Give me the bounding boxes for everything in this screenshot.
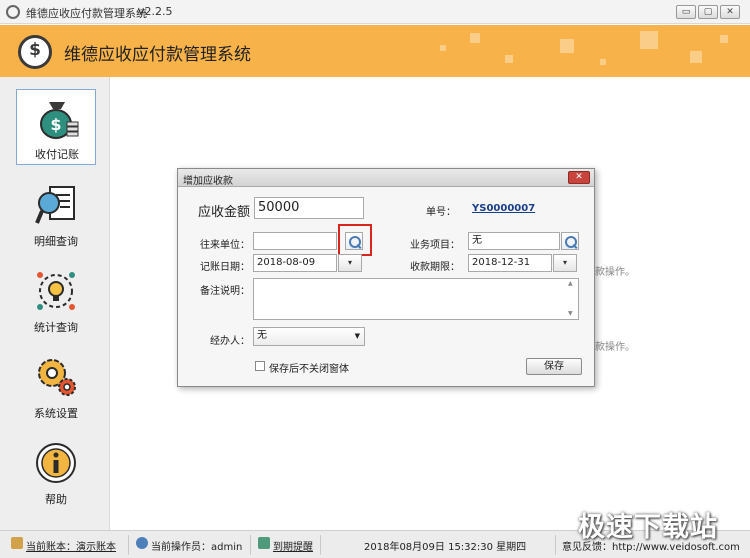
order-no-label: 单号： xyxy=(426,207,456,218)
due-reminder-link[interactable]: 到期提醒 xyxy=(273,538,313,553)
status-separator xyxy=(250,535,251,555)
header-decoration xyxy=(640,31,658,49)
project-label: 业务项目： xyxy=(410,240,460,251)
amount-label: 应收金额 xyxy=(197,205,250,220)
alarm-clock-icon xyxy=(258,537,270,549)
sidebar-item-label: 统计查询 xyxy=(34,321,78,334)
sidebar-item-payment-records[interactable]: $ 收付记账 xyxy=(16,89,96,165)
due-calendar-icon[interactable]: ▾ xyxy=(553,254,577,272)
lightbulb-cycle-icon xyxy=(34,269,78,313)
maximize-button[interactable]: ▢ xyxy=(698,5,718,19)
sidebar-item-label: 收付记账 xyxy=(35,148,79,161)
highlight-box xyxy=(338,224,372,256)
keep-open-label: 保存后不关闭窗体 xyxy=(269,364,349,375)
header-decoration xyxy=(690,51,702,63)
account-book-icon xyxy=(11,537,23,549)
sidebar-item-statistics[interactable]: 统计查询 xyxy=(16,263,96,339)
scroll-down-arrow[interactable]: ▼ xyxy=(568,310,573,317)
project-search-icon[interactable] xyxy=(561,232,579,250)
header-decoration xyxy=(720,35,728,43)
handler-select-value: 无 xyxy=(257,330,267,341)
header-decoration xyxy=(560,39,574,53)
remark-textarea[interactable] xyxy=(253,278,579,320)
sidebar-item-label: 帮助 xyxy=(45,493,67,506)
partner-input[interactable] xyxy=(253,232,337,250)
money-bag-icon: $ xyxy=(35,96,79,140)
header-decoration xyxy=(600,59,606,65)
order-no-value: YS0000007 xyxy=(472,203,536,214)
scroll-up-arrow[interactable]: ▲ xyxy=(568,280,573,287)
operator-icon xyxy=(136,537,148,549)
window-title: 维德应收应付款管理系统 xyxy=(26,7,147,20)
add-receivable-dialog: 增加应收款 ✕ 应收金额 50000 单号： YS0000007 往来单位： 业… xyxy=(177,168,595,387)
project-input[interactable]: 无 xyxy=(468,232,560,250)
info-icon xyxy=(34,441,78,485)
window-titlebar: 维德应收应付款管理系统 v2.2.5 ▭ ▢ ✕ xyxy=(0,0,750,24)
window-version: v2.2.5 xyxy=(138,5,173,18)
sidebar-item-label: 明细查询 xyxy=(34,235,78,248)
header-decoration xyxy=(470,33,480,43)
header-decoration xyxy=(505,55,513,63)
app-header: 维德应收应付款管理系统 xyxy=(0,25,750,77)
due-label: 收款期限： xyxy=(410,262,460,273)
dialog-title: 增加应收款 xyxy=(183,176,233,187)
sidebar-item-detail-query[interactable]: 明细查询 xyxy=(16,177,96,253)
partner-label: 往来单位： xyxy=(200,240,250,251)
date-label: 记账日期： xyxy=(200,262,250,273)
status-separator xyxy=(128,535,129,555)
app-name: 维德应收应付款管理系统 xyxy=(64,45,251,65)
current-account-link[interactable]: 当前账本：演示账本 xyxy=(26,538,116,553)
dialog-titlebar: 增加应收款 ✕ xyxy=(178,169,594,187)
handler-label: 经办人： xyxy=(210,336,250,347)
amount-input[interactable]: 50000 xyxy=(254,197,364,219)
app-icon xyxy=(6,5,20,19)
background-hint-text: 款操作。 xyxy=(595,342,635,353)
chevron-down-icon: ▼ xyxy=(354,332,360,340)
window-close-button[interactable]: ✕ xyxy=(720,5,740,19)
sidebar: $ 收付记账 明细查询 统计查询 系统设置 帮助 xyxy=(0,77,110,530)
dialog-close-button[interactable]: ✕ xyxy=(568,171,590,184)
status-separator xyxy=(555,535,556,555)
header-decoration xyxy=(440,45,446,51)
keep-open-checkbox[interactable] xyxy=(255,361,265,371)
handler-select[interactable]: 无 ▼ xyxy=(253,327,365,346)
due-date-input[interactable]: 2018-12-31 xyxy=(468,254,552,272)
gears-icon xyxy=(34,355,78,399)
date-calendar-icon[interactable]: ▾ xyxy=(338,254,362,272)
app-logo-icon xyxy=(18,35,52,69)
save-button[interactable]: 保存 xyxy=(526,358,582,375)
current-operator: 当前操作员：admin xyxy=(151,542,243,553)
svg-text:$: $ xyxy=(50,115,61,134)
sidebar-item-settings[interactable]: 系统设置 xyxy=(16,349,96,425)
date-input[interactable]: 2018-08-09 xyxy=(253,254,337,272)
status-separator xyxy=(320,535,321,555)
sidebar-item-help[interactable]: 帮助 xyxy=(16,435,96,511)
background-hint-text: 款操作。 xyxy=(595,267,635,278)
remark-label: 备注说明： xyxy=(200,286,250,297)
minimize-button[interactable]: ▭ xyxy=(676,5,696,19)
current-datetime: 2018年08月09日 15:32:30 星期四 xyxy=(364,542,527,553)
sidebar-item-label: 系统设置 xyxy=(34,407,78,420)
magnifier-document-icon xyxy=(34,183,78,227)
watermark-text: 极速下载站 xyxy=(578,512,718,543)
